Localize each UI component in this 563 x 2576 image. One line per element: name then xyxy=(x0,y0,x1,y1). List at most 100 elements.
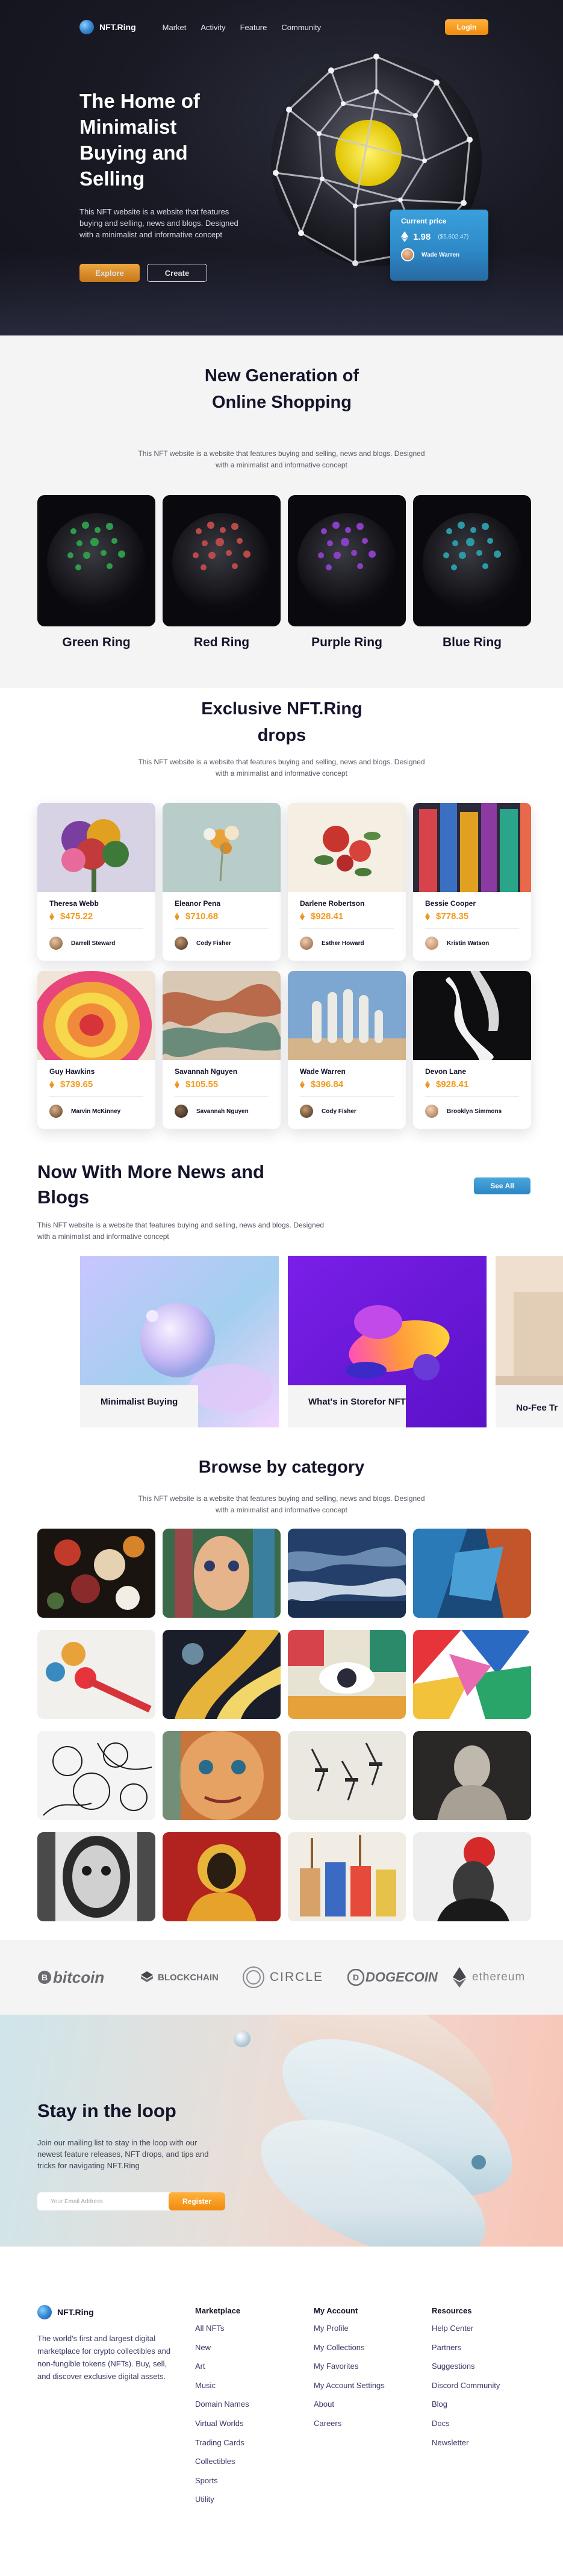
ethereum-icon xyxy=(453,1967,466,1988)
price-eth-value: 1.98 xyxy=(413,231,431,242)
drop-card[interactable]: Darlene Robertson $928.41 Esther Howard xyxy=(288,803,406,961)
footer-link[interactable]: All NFTs xyxy=(195,2323,249,2334)
top-nav: NFT.Ring Market Activity Feature Communi… xyxy=(79,19,488,35)
category-tile-ocean-waves[interactable] xyxy=(288,1529,406,1618)
register-button[interactable]: Register xyxy=(169,2192,225,2210)
category-tile-bw-faces[interactable] xyxy=(37,1832,155,1921)
category-tile-hanging-chairs[interactable] xyxy=(288,1731,406,1820)
category-image-floral-painting xyxy=(37,1529,155,1618)
drop-card[interactable]: Wade Warren $396.84 Cody Fisher xyxy=(288,971,406,1129)
new-generation-description: This NFT website is a website that featu… xyxy=(138,449,425,469)
footer-link[interactable]: Trading Cards xyxy=(195,2437,249,2448)
category-tile-line-doodles[interactable] xyxy=(37,1731,155,1820)
create-button[interactable]: Create xyxy=(147,264,207,282)
dogecoin-logo[interactable]: D DOGECOIN xyxy=(347,1967,438,1988)
category-image-geometric xyxy=(413,1630,531,1719)
drop-name: Eleanor Pena xyxy=(175,899,221,908)
drop-owner[interactable]: Cody Fisher xyxy=(300,1105,356,1118)
explore-button[interactable]: Explore xyxy=(79,264,140,282)
drops-title: Exclusive NFT.Ring drops xyxy=(201,699,362,745)
category-tile-blue-abstract[interactable] xyxy=(413,1529,531,1618)
current-price-card[interactable]: Current price 1.98 ($5,602.47) Wade Warr… xyxy=(390,210,488,281)
footer-link[interactable]: Art xyxy=(195,2361,249,2372)
footer-link[interactable]: Sports xyxy=(195,2475,249,2486)
ethereum-icon xyxy=(300,1081,305,1088)
footer-link[interactable]: Blog xyxy=(432,2399,500,2410)
bitcoin-logo[interactable]: B bitcoin xyxy=(37,1967,104,1988)
ethereum-logo[interactable]: ethereum xyxy=(453,1967,525,1988)
drop-card[interactable]: Savannah Nguyen $105.55 Savannah Nguyen xyxy=(163,971,281,1129)
login-button[interactable]: Login xyxy=(445,19,488,35)
footer-link[interactable]: About xyxy=(314,2399,385,2410)
category-tile-eye-mural[interactable] xyxy=(288,1630,406,1719)
blockchain-logo[interactable]: BLOCKCHAIN xyxy=(140,1967,219,1988)
nav-link-activity[interactable]: Activity xyxy=(201,23,225,32)
ring-name-red[interactable]: Red Ring xyxy=(163,635,281,650)
category-tile-floral-painting[interactable] xyxy=(37,1529,155,1618)
category-tile-face-mural[interactable] xyxy=(163,1731,281,1820)
drop-card[interactable]: Devon Lane $928.41 Brooklyn Simmons xyxy=(413,971,531,1129)
news-card[interactable]: Minimalist Buying xyxy=(80,1256,279,1427)
category-tile-street-art[interactable] xyxy=(163,1529,281,1618)
drop-card[interactable]: Eleanor Pena $710.68 Cody Fisher xyxy=(163,803,281,961)
footer-link[interactable]: My Collections xyxy=(314,2342,385,2353)
footer-link[interactable]: Discord Community xyxy=(432,2380,500,2391)
drop-owner[interactable]: Marvin McKinney xyxy=(49,1105,120,1118)
footer-link[interactable]: My Profile xyxy=(314,2323,385,2334)
category-image-yellow-swirl xyxy=(163,1630,281,1719)
brand-name[interactable]: NFT.Ring xyxy=(99,22,136,32)
circle-logo[interactable]: CIRCLE xyxy=(242,1966,323,1988)
email-field[interactable] xyxy=(37,2192,170,2210)
blue-ring-artwork xyxy=(423,513,521,612)
drop-card[interactable]: Theresa Webb $475.22 Darrell Steward xyxy=(37,803,155,961)
footer-link[interactable]: Help Center xyxy=(432,2323,500,2334)
news-card[interactable]: No-Fee Tr xyxy=(496,1256,563,1427)
footer-link[interactable]: Virtual Worlds xyxy=(195,2418,249,2429)
category-image-blue-abstract xyxy=(413,1529,531,1618)
drop-card[interactable]: Bessie Cooper $778.35 Kristin Watson xyxy=(413,803,531,961)
see-all-button[interactable]: See All xyxy=(474,1177,530,1194)
footer-link[interactable]: Domain Names xyxy=(195,2399,249,2410)
ring-card-purple[interactable] xyxy=(288,495,406,626)
nav-link-feature[interactable]: Feature xyxy=(240,23,267,32)
ring-card-green[interactable] xyxy=(37,495,155,626)
category-tile-paint-cups[interactable] xyxy=(288,1832,406,1921)
drop-owner[interactable]: Darrell Steward xyxy=(49,937,115,950)
footer-link[interactable]: Suggestions xyxy=(432,2361,500,2372)
brand-label: BLOCKCHAIN xyxy=(158,1972,219,1983)
category-tile-paint-brush[interactable] xyxy=(37,1630,155,1719)
ring-name-blue[interactable]: Blue Ring xyxy=(413,635,531,650)
footer-link[interactable]: Collectibles xyxy=(195,2456,249,2467)
footer-link[interactable]: Careers xyxy=(314,2418,385,2429)
footer-link[interactable]: My Account Settings xyxy=(314,2380,385,2391)
ring-name-purple[interactable]: Purple Ring xyxy=(288,635,406,650)
footer-link[interactable]: Music xyxy=(195,2380,249,2391)
footer-link[interactable]: My Favorites xyxy=(314,2361,385,2372)
divider xyxy=(175,1096,269,1097)
ring-name-green[interactable]: Green Ring xyxy=(37,635,155,650)
ring-card-red[interactable] xyxy=(163,495,281,626)
footer-link[interactable]: New xyxy=(195,2342,249,2353)
news-card[interactable]: What's in Storefor NFT xyxy=(288,1256,487,1427)
nav-link-community[interactable]: Community xyxy=(281,23,321,32)
brand-logo-icon[interactable] xyxy=(79,20,94,34)
footer-link[interactable]: Utility xyxy=(195,2494,249,2505)
category-tile-geometric[interactable] xyxy=(413,1630,531,1719)
footer-link[interactable]: Docs xyxy=(432,2418,500,2429)
avatar xyxy=(49,937,63,950)
ring-card-blue[interactable] xyxy=(413,495,531,626)
drop-owner[interactable]: Cody Fisher xyxy=(175,937,231,950)
category-tile-statue[interactable] xyxy=(413,1731,531,1820)
footer-link[interactable]: Partners xyxy=(432,2342,500,2353)
category-tile-flower-portrait[interactable] xyxy=(413,1832,531,1921)
nav-link-market[interactable]: Market xyxy=(163,23,187,32)
drop-owner[interactable]: Brooklyn Simmons xyxy=(425,1105,502,1118)
drop-card[interactable]: Guy Hawkins $739.65 Marvin McKinney xyxy=(37,971,155,1129)
drop-owner[interactable]: Kristin Watson xyxy=(425,937,489,950)
category-tile-yellow-swirl[interactable] xyxy=(163,1630,281,1719)
category-tile-golden-figure[interactable] xyxy=(163,1832,281,1921)
footer-brand[interactable]: NFT.Ring xyxy=(37,2305,94,2319)
drop-owner[interactable]: Esther Howard xyxy=(300,937,364,950)
drop-owner[interactable]: Savannah Nguyen xyxy=(175,1105,249,1118)
footer-link[interactable]: Newsletter xyxy=(432,2437,500,2448)
